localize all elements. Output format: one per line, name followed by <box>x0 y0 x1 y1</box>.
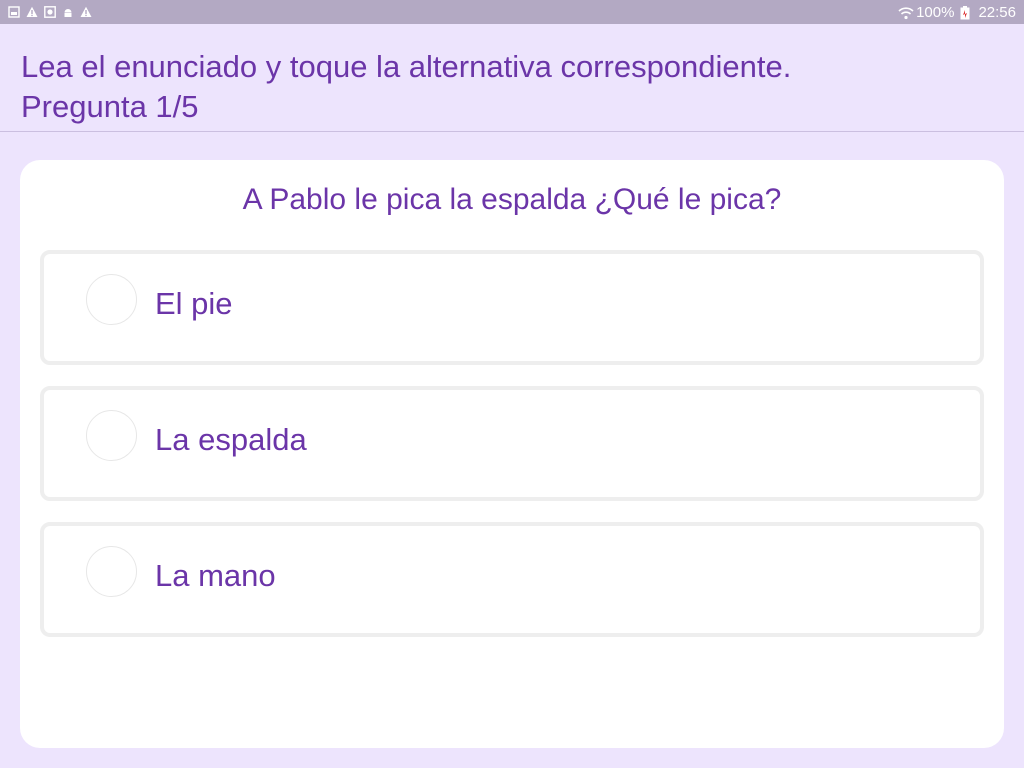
clock: 22:56 <box>978 3 1016 21</box>
option-la-espalda[interactable]: La espalda <box>40 386 984 501</box>
instruction-text: Lea el enunciado y toque la alternativa … <box>21 49 792 84</box>
status-bar: 100% 22:56 <box>0 0 1024 24</box>
radio-button[interactable] <box>86 410 137 461</box>
notification-icons <box>8 6 92 18</box>
quiz-header: Lea el enunciado y toque la alternativa … <box>0 24 1024 132</box>
system-status: 100% 22:56 <box>898 4 1016 21</box>
battery-percentage: 100% <box>916 3 955 21</box>
option-label: El pie <box>155 286 233 321</box>
option-label: La mano <box>155 558 276 593</box>
warning-icon <box>26 6 38 18</box>
question-progress: Pregunta 1/5 <box>21 89 199 124</box>
radio-button[interactable] <box>86 546 137 597</box>
android-icon <box>62 6 74 18</box>
option-la-mano[interactable]: La mano <box>40 522 984 637</box>
option-label: La espalda <box>155 422 307 457</box>
battery-icon <box>960 6 972 20</box>
question-text: A Pablo le pica la espalda ¿Qué le pica? <box>242 183 782 216</box>
screenshot-icon <box>8 6 20 18</box>
question-card: A Pablo le pica la espalda ¿Qué le pica?… <box>20 160 1004 748</box>
option-el-pie[interactable]: El pie <box>40 250 984 365</box>
wifi-icon <box>898 6 914 20</box>
radio-button[interactable] <box>86 274 137 325</box>
photo-icon <box>44 6 56 18</box>
warning-icon <box>80 6 92 18</box>
